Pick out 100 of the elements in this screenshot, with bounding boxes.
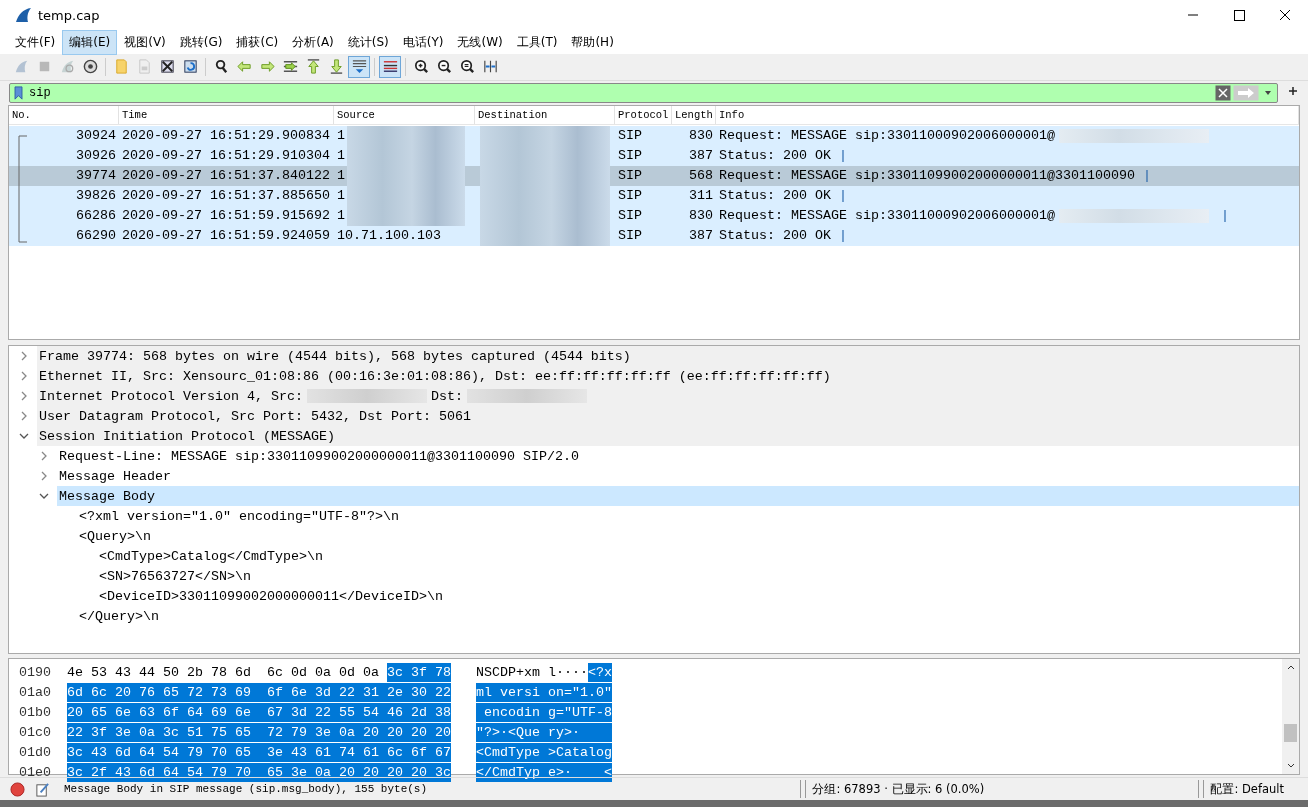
- packet-row[interactable]: 66290 2020-09-27 16:51:59.924059 10.71.100.103 SIP 387 Status: 200 OK |: [9, 225, 1299, 246]
- table-cell-text: 66286: [75, 207, 117, 226]
- ascii-bytes[interactable]: <CmdType >Catalog: [476, 742, 612, 762]
- byte-offset: 01c0: [18, 724, 52, 740]
- table-cell-text: SIP: [617, 227, 643, 246]
- menu-item[interactable]: 统计(S): [340, 29, 396, 55]
- tree-item[interactable]: User Datagram Protocol, Src Port: 5432, Dst Port: 5061: [37, 406, 1299, 427]
- column-header[interactable]: Destination: [475, 105, 615, 124]
- table-cell-text: 2020-09-27 16:51:59.915692: [121, 207, 331, 226]
- bookmark-icon[interactable]: [14, 85, 23, 100]
- edit-comment-icon[interactable]: [35, 781, 50, 797]
- table-cell: |: [839, 228, 847, 244]
- display-filter-field[interactable]: sip: [9, 82, 1278, 103]
- ascii-bytes[interactable]: encodin g="UTF-8: [476, 702, 612, 722]
- packet-row[interactable]: 66286 2020-09-27 16:51:59.915692 1 SIP 830 Request: MESSAGE sip:33011000902006000001@ |: [9, 205, 1299, 226]
- ascii-bytes[interactable]: <?x: [588, 662, 612, 682]
- table-cell-text: SIP: [617, 167, 643, 186]
- hex-bytes[interactable]: 20 65 6e 63 6f 64 69 6e 67 3d 22 55 54 46 2d 38: [67, 702, 451, 722]
- packet-row[interactable]: 39774 2020-09-27 16:51:37.840122 1 SIP 568 Request: MESSAGE sip:33011099002000000011@3301100090 |: [9, 165, 1299, 186]
- tree-item[interactable]: Message Header: [57, 466, 1299, 487]
- ascii-bytes[interactable]: ml versi on="1.0": [476, 682, 612, 702]
- column-header[interactable]: Source: [334, 105, 475, 124]
- tree-item[interactable]: Frame 39774: 568 bytes on wire (4544 bits), 568 bytes captured (4544 bits): [37, 346, 1299, 367]
- hex-bytes[interactable]: 22 3f 3e 0a 3c 51 75 65 72 79 3e 0a 20 20 20 20: [67, 722, 451, 742]
- menu-item[interactable]: 跳转(G): [172, 29, 230, 55]
- status-text: Message Body in SIP message (sip.msg_body), 155 byte(s): [64, 783, 429, 796]
- tree-item[interactable]: </Query>\n: [77, 606, 1299, 627]
- column-header[interactable]: Length: [672, 105, 716, 124]
- table-cell-text: 387: [688, 227, 714, 246]
- hex-bytes[interactable]: 4e 53 43 44 50 2b 78 6d 6c 0d 0a 0d 0a: [67, 662, 379, 682]
- menu-item[interactable]: 视图(V): [117, 29, 173, 55]
- packet-row[interactable]: 30926 2020-09-27 16:51:29.910304 1 SIP 387 Status: 200 OK |: [9, 145, 1299, 166]
- table-cell: 1: [337, 168, 345, 184]
- hex-bytes[interactable]: 3c 2f 43 6d 64 54 79 70 65 3e 0a 20 20 20 20 3c: [67, 762, 451, 782]
- ascii-bytes[interactable]: NSCDP+xm l····: [476, 662, 588, 682]
- hex-bytes[interactable]: 3c 43 6d 64 54 79 70 65 3e 43 61 74 61 6c 6f 67: [67, 742, 451, 762]
- table-cell-text: 2020-09-27 16:51:29.910304: [121, 147, 331, 166]
- table-cell-text: 830: [688, 207, 714, 226]
- table-cell: Request: MESSAGE sip:33011000902006000001@: [719, 128, 1055, 144]
- table-cell: 1: [337, 188, 345, 204]
- clear-icon[interactable]: [1215, 84, 1231, 101]
- tree-item[interactable]: Session Initiation Protocol (MESSAGE): [37, 426, 1299, 447]
- table-cell-text: 387: [688, 147, 714, 166]
- expert-info-icon[interactable]: [10, 781, 25, 797]
- tree-item[interactable]: <Query>\n: [77, 526, 1299, 547]
- add-filter-icon[interactable]: [1288, 86, 1298, 96]
- scrollbar[interactable]: [1282, 659, 1299, 775]
- table-cell-text: 39774: [75, 167, 117, 186]
- menu-item[interactable]: 帮助(H): [564, 29, 621, 55]
- table-cell: Status: 200 OK: [719, 148, 831, 164]
- column-header[interactable]: Info: [716, 105, 1299, 124]
- menu-item[interactable]: 分析(A): [285, 29, 341, 55]
- tree-item[interactable]: Ethernet II, Src: Xensourc_01:08:86 (00:16:3e:01:08:86), Dst: ee:ff:ff:ff:ff:ff (ee:ff:ff:ff:ff:ff): [37, 366, 1299, 387]
- hex-bytes[interactable]: 3c 3f 78: [386, 662, 451, 682]
- table-cell-text: 2020-09-27 16:51:59.924059: [121, 227, 331, 246]
- table-cell: |: [839, 148, 847, 164]
- table-cell-text: 30926: [75, 147, 117, 166]
- ascii-bytes[interactable]: </CmdTyp e>· <: [476, 762, 612, 782]
- table-cell-text: 311: [688, 187, 714, 206]
- column-header[interactable]: Time: [119, 105, 334, 124]
- scrollbar-thumb[interactable]: [1284, 724, 1297, 743]
- table-cell: |: [1142, 168, 1151, 184]
- tree-item[interactable]: Request-Line: MESSAGE sip:33011099002000000011@3301100090 SIP/2.0: [57, 446, 1299, 467]
- table-cell-text: SIP: [617, 187, 643, 206]
- packet-row[interactable]: 30924 2020-09-27 16:51:29.900834 1 SIP 830 Request: MESSAGE sip:33011000902006000001@: [9, 125, 1299, 146]
- table-cell: Status: 200 OK: [719, 188, 831, 204]
- menu-item[interactable]: 捕获(C): [229, 29, 286, 55]
- table-cell-text: 39826: [75, 187, 117, 206]
- table-cell-text: 66290: [75, 227, 117, 246]
- menu-item[interactable]: 文件(F): [8, 29, 63, 55]
- menu-item[interactable]: 编辑(E): [62, 29, 118, 55]
- byte-offset: 01e0: [18, 764, 52, 780]
- column-header[interactable]: Protocol: [615, 105, 672, 124]
- table-cell-text: SIP: [617, 207, 643, 226]
- table-cell: 1: [337, 148, 345, 164]
- table-cell: Request: MESSAGE sip:33011000902006000001@: [719, 208, 1055, 224]
- column-header[interactable]: No.: [9, 105, 119, 124]
- tree-item[interactable]: <?xml version="1.0" encoding="UTF-8"?>\n: [77, 506, 1299, 527]
- menu-item[interactable]: 工具(T): [509, 29, 565, 55]
- byte-offset: 01b0: [18, 704, 52, 720]
- table-cell-text: 30924: [75, 127, 117, 146]
- tree-item[interactable]: <DeviceID>33011099002000000011</DeviceID>\n: [97, 586, 1299, 607]
- packet-row[interactable]: 39826 2020-09-27 16:51:37.885650 1 SIP 311 Status: 200 OK |: [9, 185, 1299, 206]
- ascii-bytes[interactable]: "?>·<Que ry>·: [476, 722, 612, 742]
- menu-item[interactable]: 电话(Y): [395, 29, 451, 55]
- hex-bytes[interactable]: 6d 6c 20 76 65 72 73 69 6f 6e 3d 22 31 2e 30 22: [67, 682, 451, 702]
- tree-item[interactable]: Message Body: [57, 486, 1299, 507]
- byte-offset: 01a0: [18, 684, 52, 700]
- colored-lines-icon[interactable]: [379, 55, 401, 78]
- table-cell: Status: 200 OK: [719, 228, 831, 244]
- scroll-up-icon[interactable]: [1285, 663, 1296, 672]
- tree-item[interactable]: <SN>76563727</SN>\n: [97, 566, 1299, 587]
- tree-item[interactable]: Internet Protocol Version 4, Src: Dst:: [37, 386, 1299, 407]
- tree-item[interactable]: <CmdType>Catalog</CmdType>\n: [97, 546, 1299, 567]
- shark-fin-icon: [14, 6, 32, 24]
- profile-label[interactable]: 配置: Default: [1210, 781, 1284, 797]
- table-cell-text: 2020-09-27 16:51:37.840122: [121, 167, 331, 186]
- table-cell-text: 568: [688, 167, 714, 186]
- autoscroll-icon[interactable]: [348, 55, 370, 78]
- menu-item[interactable]: 无线(W): [450, 29, 510, 55]
